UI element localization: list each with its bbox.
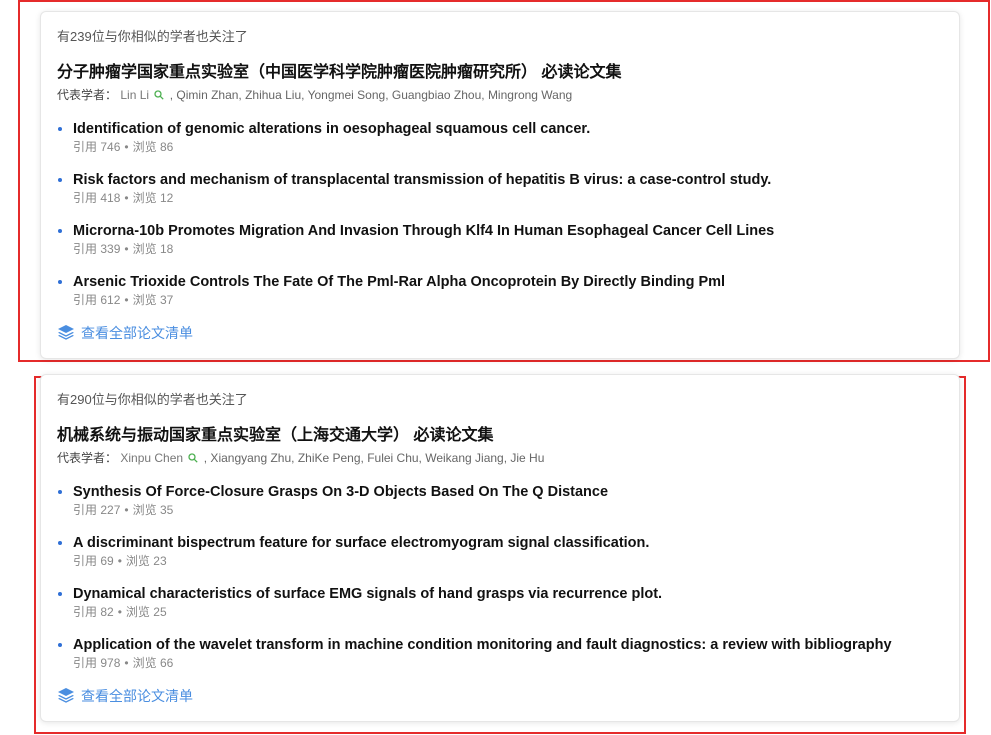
separator-dot: • [117,554,122,568]
paper-stats: 引用 978 • 浏览 66 [73,655,943,672]
list-item: Synthesis Of Force-Closure Grasps On 3-D… [57,482,943,519]
view-count: 86 [159,140,174,154]
follow-count-text: 有239位与你相似的学者也关注了 [57,29,248,44]
paper-title-link[interactable]: Microrna-10b Promotes Migration And Inva… [73,221,943,241]
bullet-icon [58,229,62,233]
cite-count: 978 [100,656,121,670]
paper-title-link[interactable]: Application of the wavelet transform in … [73,635,943,655]
separator-dot: • [124,140,129,154]
view-label: 浏览 [132,293,157,307]
paper-title-link[interactable]: Identification of genomic alterations in… [73,119,943,139]
view-all-papers-link[interactable]: 查看全部论文清单 [57,323,943,343]
view-count: 37 [159,293,174,307]
separator-dot: • [124,503,129,517]
view-label: 浏览 [132,242,157,256]
search-icon[interactable] [154,87,165,105]
list-item: Risk factors and mechanism of transplace… [57,170,943,207]
bullet-icon [58,592,62,596]
collection-card: 有290位与你相似的学者也关注了 机械系统与振动国家重点实验室（上海交通大学） … [40,374,960,722]
cite-label: 引用 [73,293,98,307]
view-count: 12 [159,191,174,205]
paper-title-link[interactable]: Synthesis Of Force-Closure Grasps On 3-D… [73,482,943,502]
layers-icon [57,687,75,706]
cite-count: 69 [100,554,114,568]
view-count: 18 [159,242,174,256]
view-label: 浏览 [132,656,157,670]
paper-title-link[interactable]: Dynamical characteristics of surface EMG… [73,584,943,604]
bullet-icon [58,541,62,545]
paper-list: Identification of genomic alterations in… [57,119,943,309]
paper-stats: 引用 82 • 浏览 25 [73,604,943,621]
separator-dot: • [124,293,129,307]
view-label: 浏览 [132,191,157,205]
separator-dot: • [124,191,129,205]
list-item: Identification of genomic alterations in… [57,119,943,156]
bullet-icon [58,127,62,131]
cite-count: 227 [100,503,121,517]
bullet-icon [58,643,62,647]
paper-stats: 引用 418 • 浏览 12 [73,190,943,207]
paper-title-link[interactable]: Arsenic Trioxide Controls The Fate Of Th… [73,272,943,292]
search-icon[interactable] [188,450,199,468]
view-label: 浏览 [132,503,157,517]
lead-scholar-link[interactable]: Lin Li [120,88,149,102]
view-count: 23 [153,554,167,568]
list-item: Microrna-10b Promotes Migration And Inva… [57,221,943,258]
list-item: Application of the wavelet transform in … [57,635,943,672]
cite-count: 612 [100,293,121,307]
cite-label: 引用 [73,242,98,256]
paper-title-link[interactable]: Risk factors and mechanism of transplace… [73,170,943,190]
scholars-label: 代表学者： [57,451,118,465]
layers-icon [57,324,75,343]
collection-title[interactable]: 机械系统与振动国家重点实验室（上海交通大学） 必读论文集 [57,425,943,447]
bullet-icon [58,178,62,182]
view-label: 浏览 [125,554,150,568]
view-all-label: 查看全部论文清单 [81,325,193,341]
paper-stats: 引用 339 • 浏览 18 [73,241,943,258]
view-count: 25 [153,605,167,619]
paper-stats: 引用 69 • 浏览 23 [73,553,943,570]
cite-count: 82 [100,605,114,619]
paper-list: Synthesis Of Force-Closure Grasps On 3-D… [57,482,943,672]
view-count: 35 [159,503,174,517]
cite-label: 引用 [73,605,98,619]
collection-card: 有239位与你相似的学者也关注了 分子肿瘤学国家重点实验室（中国医学科学院肿瘤医… [40,11,960,359]
representative-scholars: 代表学者： Lin Li , Qimin Zhan, Zhihua Liu, Y… [57,86,943,105]
other-scholars: , Xiangyang Zhu, ZhiKe Peng, Fulei Chu, … [203,451,545,465]
paper-stats: 引用 227 • 浏览 35 [73,502,943,519]
follow-count-text: 有290位与你相似的学者也关注了 [57,392,248,407]
bullet-icon [58,490,62,494]
scholars-label: 代表学者： [57,88,118,102]
other-scholars: , Qimin Zhan, Zhihua Liu, Yongmei Song, … [169,88,573,102]
cite-label: 引用 [73,191,98,205]
separator-dot: • [117,605,122,619]
paper-stats: 引用 612 • 浏览 37 [73,292,943,309]
cite-count: 418 [100,191,121,205]
cite-count: 339 [100,242,121,256]
cite-label: 引用 [73,140,98,154]
view-label: 浏览 [125,605,150,619]
separator-dot: • [124,242,129,256]
view-all-label: 查看全部论文清单 [81,688,193,704]
collection-title[interactable]: 分子肿瘤学国家重点实验室（中国医学科学院肿瘤医院肿瘤研究所） 必读论文集 [57,62,943,84]
lead-scholar-link[interactable]: Xinpu Chen [120,451,183,465]
cite-label: 引用 [73,656,98,670]
bullet-icon [58,280,62,284]
cite-label: 引用 [73,554,98,568]
cite-count: 746 [100,140,121,154]
view-count: 66 [159,656,174,670]
representative-scholars: 代表学者： Xinpu Chen , Xiangyang Zhu, ZhiKe … [57,449,943,468]
separator-dot: • [124,656,129,670]
list-item: A discriminant bispectrum feature for su… [57,533,943,570]
cite-label: 引用 [73,503,98,517]
list-item: Dynamical characteristics of surface EMG… [57,584,943,621]
view-all-papers-link[interactable]: 查看全部论文清单 [57,686,943,706]
list-item: Arsenic Trioxide Controls The Fate Of Th… [57,272,943,309]
paper-stats: 引用 746 • 浏览 86 [73,139,943,156]
view-label: 浏览 [132,140,157,154]
paper-title-link[interactable]: A discriminant bispectrum feature for su… [73,533,943,553]
